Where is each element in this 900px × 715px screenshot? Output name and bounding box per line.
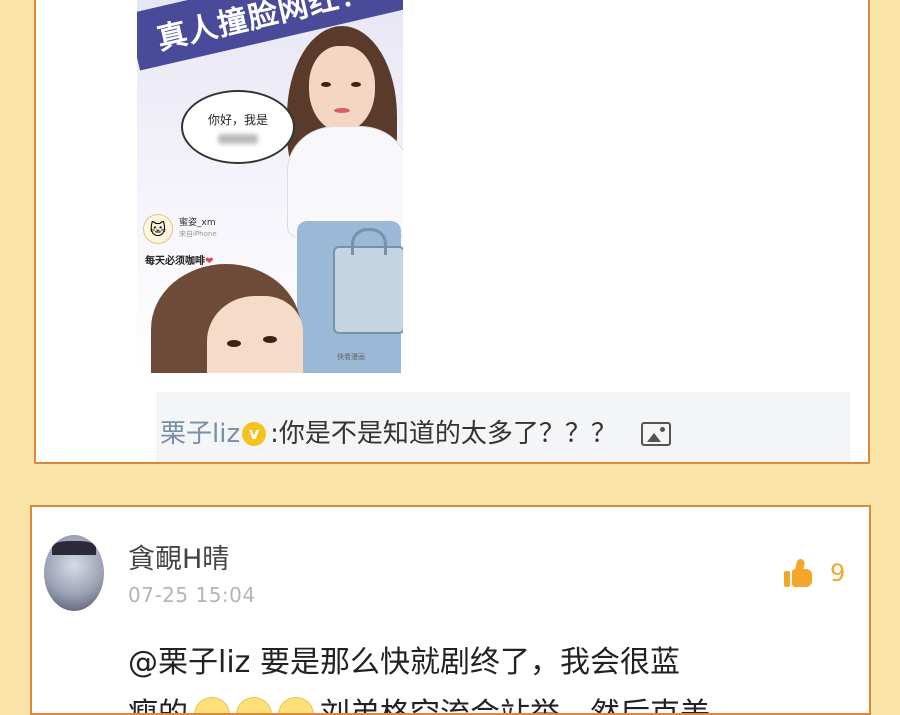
reply-preview[interactable]: 栗子liz v : 你是不是知道的太多了？？？: [156, 392, 850, 462]
comment-timestamp: 07-25 15:04: [128, 583, 256, 607]
comic-woman-face: [309, 46, 375, 132]
post-card: 真人撞脸网红！ 你好，我是 🐱 蜜姿_xm 来自iPhone 每天必须咖啡❤ 快…: [34, 0, 870, 464]
comic-eye-right: [351, 82, 361, 87]
reply-separator: :: [270, 419, 279, 449]
emoji-icon: [278, 697, 314, 713]
comic-lips: [334, 108, 350, 113]
reply-username[interactable]: 栗子liz: [160, 418, 240, 450]
comic-girl2-face: [207, 296, 303, 373]
comic-profile: 🐱 蜜姿_xm 来自iPhone: [143, 214, 217, 244]
image-icon[interactable]: [640, 422, 671, 446]
comic-watermark: 快看漫画: [337, 353, 365, 361]
comment-text: @栗子liz 要是那么快就剧终了，我会很蓝 瘦的 刘弟格空流会站举，然后克美: [128, 637, 848, 715]
comic-caption-text: 每天必须咖啡: [145, 256, 205, 267]
thumbs-up-icon: [784, 558, 812, 587]
like-button[interactable]: 9: [784, 558, 846, 587]
comic-eye-left: [321, 82, 331, 87]
comment-text-line2-start: 瘦的: [128, 697, 188, 715]
comment-username[interactable]: 貪靦H晴: [128, 537, 229, 576]
comic-image[interactable]: 真人撞脸网红！ 你好，我是 🐱 蜜姿_xm 来自iPhone 每天必须咖啡❤ 快…: [137, 0, 403, 373]
cat-avatar-icon: 🐱: [143, 214, 173, 244]
comment-card: 貪靦H晴 07-25 15:04 9 @栗子liz 要是那么快就剧终了，我会很蓝…: [30, 505, 871, 715]
reply-text: 你是不是知道的太多了？？？: [278, 419, 617, 449]
comic-caption: 每天必须咖啡❤: [145, 252, 213, 267]
emoji-icon: [236, 697, 272, 713]
comic-profile-name: 蜜姿_xm: [179, 218, 216, 228]
emoji-icon: [194, 697, 230, 713]
blurred-name: [218, 133, 258, 144]
speech-bubble: 你好，我是: [181, 90, 295, 164]
comic-profile-sub: 来自iPhone: [179, 230, 217, 238]
avatar[interactable]: [44, 535, 104, 611]
like-count: 9: [830, 559, 846, 587]
speech-bubble-text: 你好，我是: [207, 112, 268, 127]
comic-girl2-eye-right: [263, 336, 277, 343]
avatar-hair: [52, 541, 96, 555]
comment-text-line1: @栗子liz 要是那么快就剧终了，我会很蓝: [128, 645, 680, 680]
comic-girl2-eye-left: [227, 340, 241, 347]
comment-text-line2-end: 刘弟格空流会站举，然后克美: [320, 697, 710, 715]
verified-badge-icon: v: [242, 422, 267, 446]
comic-handbag: [333, 228, 403, 334]
